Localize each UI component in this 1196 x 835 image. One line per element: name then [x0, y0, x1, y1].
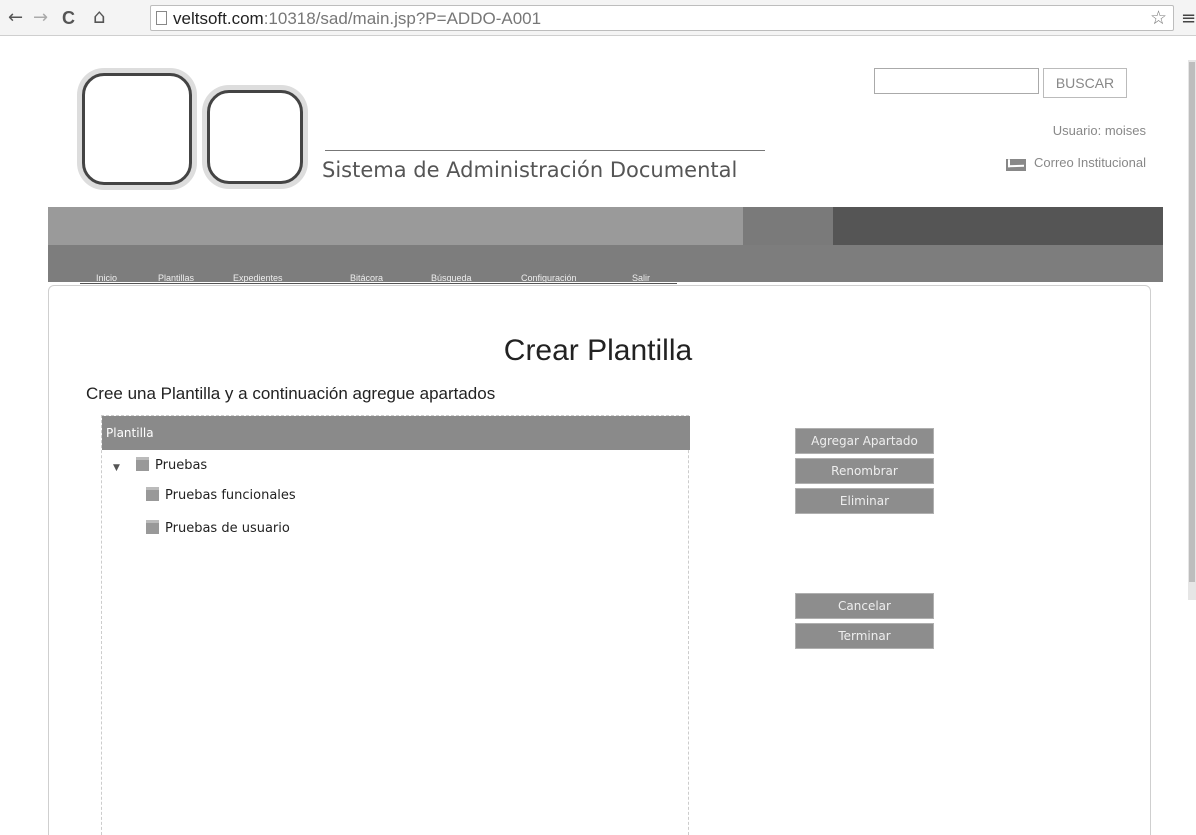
expand-arrow-icon[interactable]: ▼ — [113, 463, 120, 473]
cancel-button[interactable]: Cancelar — [795, 593, 934, 619]
tree-header: Plantilla — [102, 416, 690, 450]
page-title: Crear Plantilla — [503, 334, 693, 367]
folder-icon — [146, 487, 159, 501]
header-banner — [48, 207, 1163, 245]
main-menu — [48, 245, 1163, 282]
folder-icon — [136, 457, 149, 471]
logo-secondary — [207, 90, 303, 184]
banner-dark-block — [833, 207, 1163, 245]
menu-item-inicio[interactable]: Inicio — [96, 273, 117, 283]
url-host: veltsoft.com — [173, 9, 264, 28]
scrollbar-thumb[interactable] — [1189, 62, 1195, 582]
mail-link[interactable]: Correo Institucional — [1006, 155, 1146, 171]
back-icon[interactable]: ← — [8, 8, 23, 28]
tree-node-child[interactable]: Pruebas funcionales — [146, 487, 296, 503]
tree-node-label: Pruebas de usuario — [165, 521, 290, 536]
rename-button[interactable]: Renombrar — [795, 458, 934, 484]
home-icon[interactable]: ⌂ — [93, 6, 106, 26]
mail-icon — [1006, 159, 1026, 171]
delete-button[interactable]: Eliminar — [795, 488, 934, 514]
user-label: Usuario: moises — [1052, 123, 1146, 138]
menu-item-salir[interactable]: Salir — [632, 273, 650, 283]
address-bar[interactable]: veltsoft.com:10318/sad/main.jsp?P=ADDO-A… — [150, 5, 1174, 31]
search-input[interactable] — [874, 68, 1039, 94]
bookmark-star-icon[interactable]: ☆ — [1150, 7, 1167, 29]
reload-icon[interactable]: C — [62, 8, 75, 28]
title-divider — [325, 150, 765, 151]
tree-node-child[interactable]: Pruebas de usuario — [146, 520, 290, 536]
menu-item-expedientes[interactable]: Expedientes — [233, 273, 283, 283]
menu-divider — [80, 283, 677, 284]
add-section-button[interactable]: Agregar Apartado — [795, 428, 934, 454]
page-subtitle: Cree una Plantilla y a continuación agre… — [86, 384, 496, 403]
system-title: Sistema de Administración Documental — [322, 158, 738, 182]
tree-node-root[interactable]: Pruebas — [136, 457, 207, 473]
page-icon — [156, 11, 167, 25]
forward-icon[interactable]: → — [33, 8, 48, 28]
menu-item-plantillas[interactable]: Plantillas — [158, 273, 194, 283]
menu-item-bitacora[interactable]: Bitácora — [350, 273, 383, 283]
finish-button[interactable]: Terminar — [795, 623, 934, 649]
browser-menu-icon[interactable]: ≡ — [1181, 8, 1196, 29]
url-text: veltsoft.com:10318/sad/main.jsp?P=ADDO-A… — [173, 9, 541, 29]
menu-item-busqueda[interactable]: Búsqueda — [431, 273, 472, 283]
menu-item-configuracion[interactable]: Configuración — [521, 273, 577, 283]
search-button[interactable]: BUSCAR — [1043, 68, 1127, 98]
url-path: :10318/sad/main.jsp?P=ADDO-A001 — [263, 9, 542, 28]
banner-mid-block — [743, 207, 833, 245]
mail-link-label: Correo Institucional — [1034, 155, 1146, 170]
tree-node-label: Pruebas — [155, 458, 208, 473]
template-tree: Plantilla — [101, 415, 690, 835]
logo-primary — [82, 73, 192, 185]
browser-toolbar: ← → C ⌂ veltsoft.com:10318/sad/main.jsp?… — [0, 0, 1196, 36]
tree-node-label: Pruebas funcionales — [165, 488, 296, 503]
folder-icon — [146, 520, 159, 534]
